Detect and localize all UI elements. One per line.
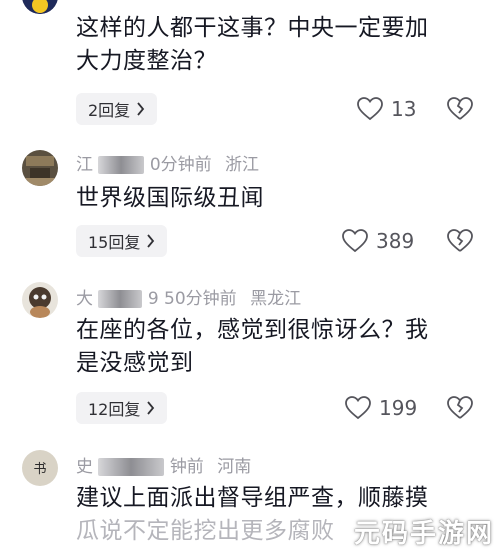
heart-icon bbox=[357, 97, 383, 121]
chevron-right-icon bbox=[147, 401, 155, 415]
dislike-button[interactable] bbox=[445, 225, 475, 257]
avatar[interactable] bbox=[22, 0, 58, 14]
reply-count: 15回复 bbox=[88, 233, 141, 252]
chevron-right-icon bbox=[147, 234, 155, 248]
avatar[interactable]: 书 bbox=[22, 450, 58, 486]
comment-text-line: 在座的各位，感觉到很惊讶么？我 bbox=[76, 317, 429, 343]
comment-location: 浙江 bbox=[225, 155, 260, 175]
reply-button[interactable]: 12回复 bbox=[76, 392, 168, 424]
comment-text-line: 建议上面派出督导组严查，顺藤摸 bbox=[76, 485, 429, 511]
comment-item: 大 9 50分钟前 黑龙江 在座的各位，感觉到很惊讶么？我 是没感觉到 12回复… bbox=[0, 278, 500, 438]
broken-heart-icon bbox=[447, 97, 473, 120]
comment-text: 世界级国际级丑闻 bbox=[76, 182, 476, 215]
like-button[interactable]: 389 bbox=[342, 225, 414, 257]
like-count: 13 bbox=[391, 97, 417, 121]
broken-heart-icon bbox=[447, 396, 473, 419]
comment-text-line: 世界级国际级丑闻 bbox=[76, 185, 264, 211]
like-count: 389 bbox=[376, 229, 415, 253]
reply-button[interactable]: 2回复 bbox=[76, 93, 158, 125]
comment-time: 9 50分钟前 bbox=[147, 289, 237, 309]
reply-button[interactable]: 15回复 bbox=[76, 225, 168, 257]
username[interactable]: 大 bbox=[76, 289, 93, 309]
broken-heart-icon bbox=[447, 229, 473, 252]
like-button[interactable]: 13 bbox=[357, 93, 416, 125]
avatar[interactable] bbox=[22, 282, 58, 318]
avatar[interactable] bbox=[22, 150, 58, 186]
comment-location: 河南 bbox=[217, 457, 252, 477]
reply-count: 2回复 bbox=[88, 101, 131, 120]
username[interactable]: 史 bbox=[76, 457, 93, 477]
dislike-button[interactable] bbox=[445, 93, 475, 125]
dislike-button[interactable] bbox=[445, 392, 475, 424]
blurred-username bbox=[98, 290, 143, 308]
heart-icon bbox=[342, 229, 368, 253]
like-button[interactable]: 199 bbox=[345, 392, 417, 424]
blurred-username bbox=[98, 156, 145, 174]
reply-count: 12回复 bbox=[88, 400, 141, 419]
comment-text-line: 是没感觉到 bbox=[76, 350, 194, 376]
comment-text-line: 大力度整治？ bbox=[76, 48, 217, 74]
svg-text:书: 书 bbox=[33, 462, 46, 477]
heart-icon bbox=[345, 396, 371, 420]
comment-meta: 大 9 50分钟前 黑龙江 bbox=[76, 284, 301, 309]
watermark: 元码手游网 bbox=[353, 519, 494, 549]
comment-text: 在座的各位，感觉到很惊讶么？我 是没感觉到 bbox=[76, 314, 476, 380]
comment-location: 黑龙江 bbox=[250, 289, 302, 309]
comment-item: 江 0分钟前 浙江 世界级国际级丑闻 15回复 389 bbox=[0, 140, 500, 270]
comment-meta: 江 0分钟前 浙江 bbox=[76, 150, 259, 175]
username[interactable]: 江 bbox=[76, 155, 93, 175]
comment-meta: 史 钟前 河南 bbox=[76, 452, 251, 477]
comment-time: 钟前 bbox=[169, 457, 204, 477]
chevron-right-icon bbox=[137, 102, 145, 116]
blurred-username bbox=[98, 458, 165, 476]
like-count: 199 bbox=[379, 396, 418, 420]
comment-item: 这样的人都干这事？中央一定要加 大力度整治？ 2回复 13 bbox=[0, 0, 500, 130]
comment-text: 这样的人都干这事？中央一定要加 大力度整治？ bbox=[76, 12, 476, 78]
comment-text-line: 这样的人都干这事？中央一定要加 bbox=[76, 15, 429, 41]
comment-time: 0分钟前 bbox=[149, 155, 212, 175]
